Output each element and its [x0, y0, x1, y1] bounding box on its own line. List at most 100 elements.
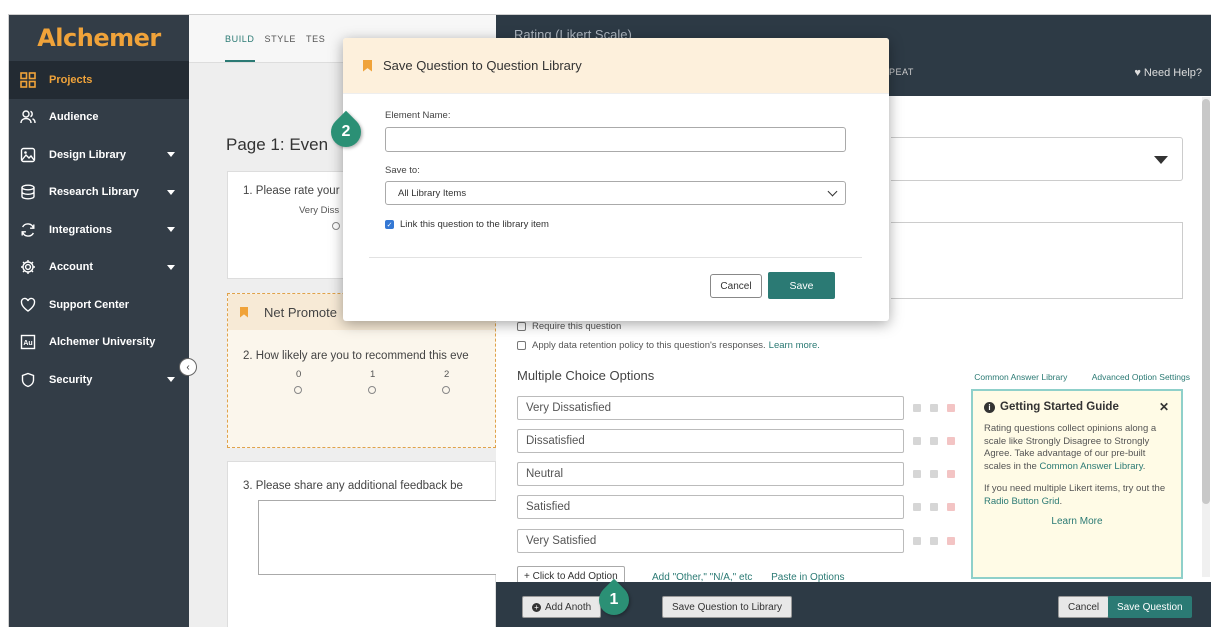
sidebar-item-integrations[interactable]: Integrations — [9, 211, 189, 249]
scrollbar-thumb[interactable] — [1202, 99, 1210, 504]
sidebar-item-label: Research Library — [49, 186, 139, 199]
sidebar-item-security[interactable]: Security — [9, 361, 189, 399]
question-text: 2. How likely are you to recommend this … — [243, 350, 469, 362]
drag-icon[interactable] — [930, 537, 938, 545]
radio-button[interactable] — [294, 386, 302, 394]
sidebar-item-account[interactable]: Account — [9, 249, 189, 287]
tab-style[interactable]: STYLE — [265, 34, 297, 44]
drag-icon[interactable] — [930, 470, 938, 478]
drag-icon[interactable] — [930, 503, 938, 511]
bookmark-icon — [363, 59, 372, 72]
question-text: 1. Please rate your — [243, 185, 340, 197]
mc-links: Common Answer Library Advanced Option Se… — [952, 372, 1190, 382]
shield-icon — [19, 371, 37, 389]
pencil-icon[interactable] — [913, 503, 921, 511]
pencil-icon[interactable] — [913, 537, 921, 545]
add-another-button[interactable]: + Add Anoth — [522, 596, 602, 618]
heart-icon: ♥ — [1134, 67, 1144, 79]
checkbox-checked[interactable]: ✓ — [385, 220, 394, 229]
sidebar-item-label: Audience — [49, 111, 99, 124]
guide-text-end: . — [1059, 495, 1063, 507]
tab-repeat[interactable]: PEAT — [889, 67, 914, 77]
step-number: 1 — [609, 591, 619, 608]
caret-down-icon — [1154, 156, 1168, 164]
option-input[interactable]: Satisfied — [517, 495, 904, 519]
collapse-sidebar-button[interactable]: ‹ — [179, 358, 197, 376]
sidebar-item-projects[interactable]: Projects — [9, 61, 189, 99]
element-name-input[interactable] — [385, 127, 846, 152]
sidebar-item-label: Projects — [49, 73, 93, 86]
gear-icon — [19, 258, 37, 276]
sidebar-item-support-center[interactable]: Support Center — [9, 286, 189, 324]
option-input[interactable]: Very Satisfied — [517, 529, 904, 553]
pencil-icon[interactable] — [913, 470, 921, 478]
save-to-library-modal: Save Question to Question Library Elemen… — [343, 38, 889, 321]
trash-icon[interactable] — [947, 470, 955, 478]
scale-label-1: 1 — [370, 369, 376, 380]
guide-title: i Getting Started Guide — [984, 401, 1170, 413]
option-input[interactable]: Very Dissatisfied — [517, 396, 904, 420]
sidebar-item-design-library[interactable]: Design Library — [9, 136, 189, 174]
need-help-link[interactable]: ♥ Need Help? — [1134, 67, 1202, 79]
add-another-label: Add Anoth — [545, 601, 592, 613]
option-tools — [913, 500, 961, 514]
tab-test[interactable]: TES — [306, 34, 325, 44]
heart-icon — [19, 296, 37, 314]
question-type-dropdown[interactable] — [891, 137, 1183, 181]
sidebar-item-label: Design Library — [49, 148, 127, 161]
alchemer-logo[interactable]: Alchemer — [9, 15, 189, 61]
pencil-icon[interactable] — [913, 437, 921, 445]
checkbox[interactable] — [517, 341, 526, 350]
feedback-textarea[interactable] — [258, 500, 518, 575]
radio-button-grid-link[interactable]: Radio Button Grid — [984, 496, 1060, 507]
pencil-icon[interactable] — [913, 404, 921, 412]
grid-icon — [19, 71, 37, 89]
scale-label: Very Diss — [299, 205, 340, 216]
option-input[interactable]: Neutral — [517, 462, 904, 486]
drag-icon[interactable] — [930, 437, 938, 445]
sidebar-item-alchemer-university[interactable]: Au Alchemer University — [9, 324, 189, 362]
trash-icon[interactable] — [947, 503, 955, 511]
mc-options-title: Multiple Choice Options — [517, 368, 655, 383]
radio-button[interactable] — [368, 386, 376, 394]
step-callout-2: 2 — [324, 110, 368, 154]
save-button[interactable]: Save — [768, 272, 835, 299]
sidebar-item-label: Account — [49, 261, 93, 274]
advanced-option-settings-link[interactable]: Advanced Option Settings — [1092, 372, 1190, 382]
nps-header-label: Net Promote — [264, 304, 337, 320]
radio-button[interactable] — [442, 386, 450, 394]
cancel-button[interactable]: Cancel — [710, 274, 762, 298]
retention-policy-checkbox[interactable]: Apply data retention policy to this ques… — [517, 340, 820, 351]
trash-icon[interactable] — [947, 537, 955, 545]
learn-more-link[interactable]: Learn more. — [769, 340, 820, 351]
require-question-checkbox[interactable]: Require this question — [517, 321, 621, 332]
sidebar-item-research-library[interactable]: Research Library — [9, 174, 189, 212]
question-card-3[interactable]: 3. Please share any additional feedback … — [227, 461, 518, 627]
common-answer-library-link[interactable]: Common Answer Library — [974, 372, 1067, 382]
radio-button[interactable] — [332, 222, 340, 230]
close-icon[interactable]: ✕ — [1159, 400, 1169, 414]
save-to-library-button[interactable]: Save Question to Library — [662, 596, 793, 618]
divider — [369, 257, 862, 258]
tab-build[interactable]: BUILD — [225, 34, 255, 62]
sidebar-item-audience[interactable]: Audience — [9, 99, 189, 137]
trash-icon[interactable] — [947, 437, 955, 445]
link-question-checkbox[interactable]: ✓ Link this question to the library item — [385, 219, 549, 230]
chevron-down-icon — [167, 264, 175, 270]
checkbox[interactable] — [517, 322, 526, 331]
checkbox-label: Require this question — [532, 321, 622, 332]
question-text-area[interactable] — [891, 222, 1183, 299]
option-tools — [913, 467, 961, 481]
save-question-button[interactable]: Save Question — [1108, 596, 1192, 618]
drag-icon[interactable] — [930, 404, 938, 412]
save-to-value: All Library Items — [398, 187, 467, 199]
learn-more-link[interactable]: Learn More — [984, 516, 1170, 527]
common-answer-library-link[interactable]: Common Answer Library — [1039, 461, 1142, 472]
guide-paragraph-2: If you need multiple Likert items, try o… — [984, 483, 1170, 508]
option-input[interactable]: Dissatisfied — [517, 429, 904, 453]
guide-text: If you need multiple Likert items, try o… — [984, 483, 1166, 494]
trash-icon[interactable] — [947, 404, 955, 412]
save-to-select[interactable]: All Library Items — [385, 181, 846, 205]
cancel-button[interactable]: Cancel — [1058, 596, 1110, 618]
guide-title-label: Getting Started Guide — [1000, 401, 1119, 413]
